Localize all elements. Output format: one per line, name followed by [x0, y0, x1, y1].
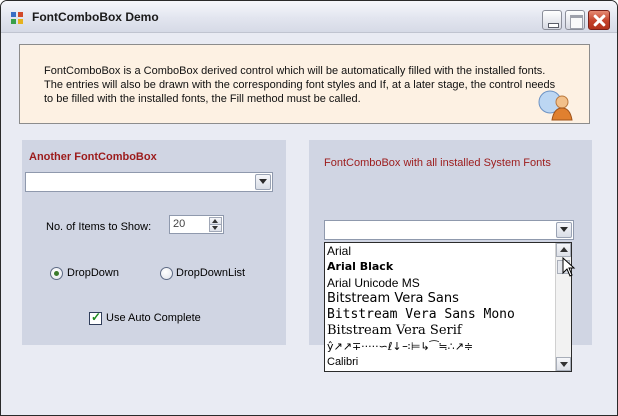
- radio-dropdownlist-label: DropDownList: [176, 267, 246, 279]
- checkmark-icon: ✓: [91, 310, 102, 324]
- list-item[interactable]: Arial: [327, 244, 351, 258]
- info-box: FontComboBox is a ComboBox derived contr…: [19, 44, 590, 124]
- info-text: FontComboBox is a ComboBox derived contr…: [44, 65, 556, 105]
- items-to-show-value: 20: [173, 218, 186, 230]
- spin-down-icon[interactable]: [209, 224, 222, 232]
- items-to-show-label: No. of Items to Show:: [46, 221, 152, 233]
- auto-complete-checkbox[interactable]: ✓: [89, 310, 102, 325]
- list-item[interactable]: Calibri: [327, 356, 358, 368]
- system-font-combo-box[interactable]: [324, 220, 574, 240]
- maximize-button[interactable]: [565, 10, 585, 30]
- help-user-icon: [538, 90, 573, 121]
- radio-dropdownlist[interactable]: [160, 267, 173, 280]
- list-item[interactable]: Bitstream Vera Sans Mono: [327, 307, 515, 322]
- scroll-up-icon[interactable]: [556, 243, 571, 257]
- font-dropdown-list[interactable]: Arial Arial Black Arial Unicode MS Bitst…: [324, 242, 572, 372]
- app-icon: [11, 12, 23, 24]
- radio-dropdown[interactable]: [50, 267, 63, 280]
- scroll-down-icon[interactable]: [556, 357, 571, 371]
- chevron-down-icon[interactable]: [255, 174, 271, 190]
- items-to-show-stepper[interactable]: 20: [169, 215, 224, 234]
- title-bar[interactable]: FontComboBox Demo: [1, 1, 617, 33]
- list-item[interactable]: Bitstream Vera Sans: [327, 291, 459, 306]
- radio-dropdown-label: DropDown: [67, 267, 119, 279]
- window-title: FontComboBox Demo: [32, 10, 159, 24]
- list-item[interactable]: Arial Black: [327, 260, 393, 273]
- app-window: FontComboBox Demo FontComboBox is a Comb…: [0, 0, 618, 416]
- client-area: FontComboBox is a ComboBox derived contr…: [7, 34, 611, 411]
- close-button[interactable]: [588, 10, 610, 30]
- left-panel-heading: Another FontComboBox: [29, 151, 157, 163]
- mouse-cursor-icon: [562, 257, 576, 277]
- minimize-button[interactable]: [542, 10, 562, 30]
- list-item[interactable]: Arial Unicode MS: [327, 276, 420, 290]
- auto-complete-label: Use Auto Complete: [106, 312, 201, 324]
- chevron-down-icon[interactable]: [556, 222, 572, 238]
- list-item[interactable]: ŷ↗↗∓·····∽ℓ↓∹⊨↳⁀≒∴↗≑: [327, 340, 473, 353]
- right-panel-heading: FontComboBox with all installed System F…: [324, 157, 551, 169]
- font-combo-box[interactable]: [25, 172, 273, 192]
- list-item[interactable]: Bitstream Vera Serif: [327, 323, 462, 338]
- left-panel: Another FontComboBox No. of Items to Sho…: [22, 140, 286, 345]
